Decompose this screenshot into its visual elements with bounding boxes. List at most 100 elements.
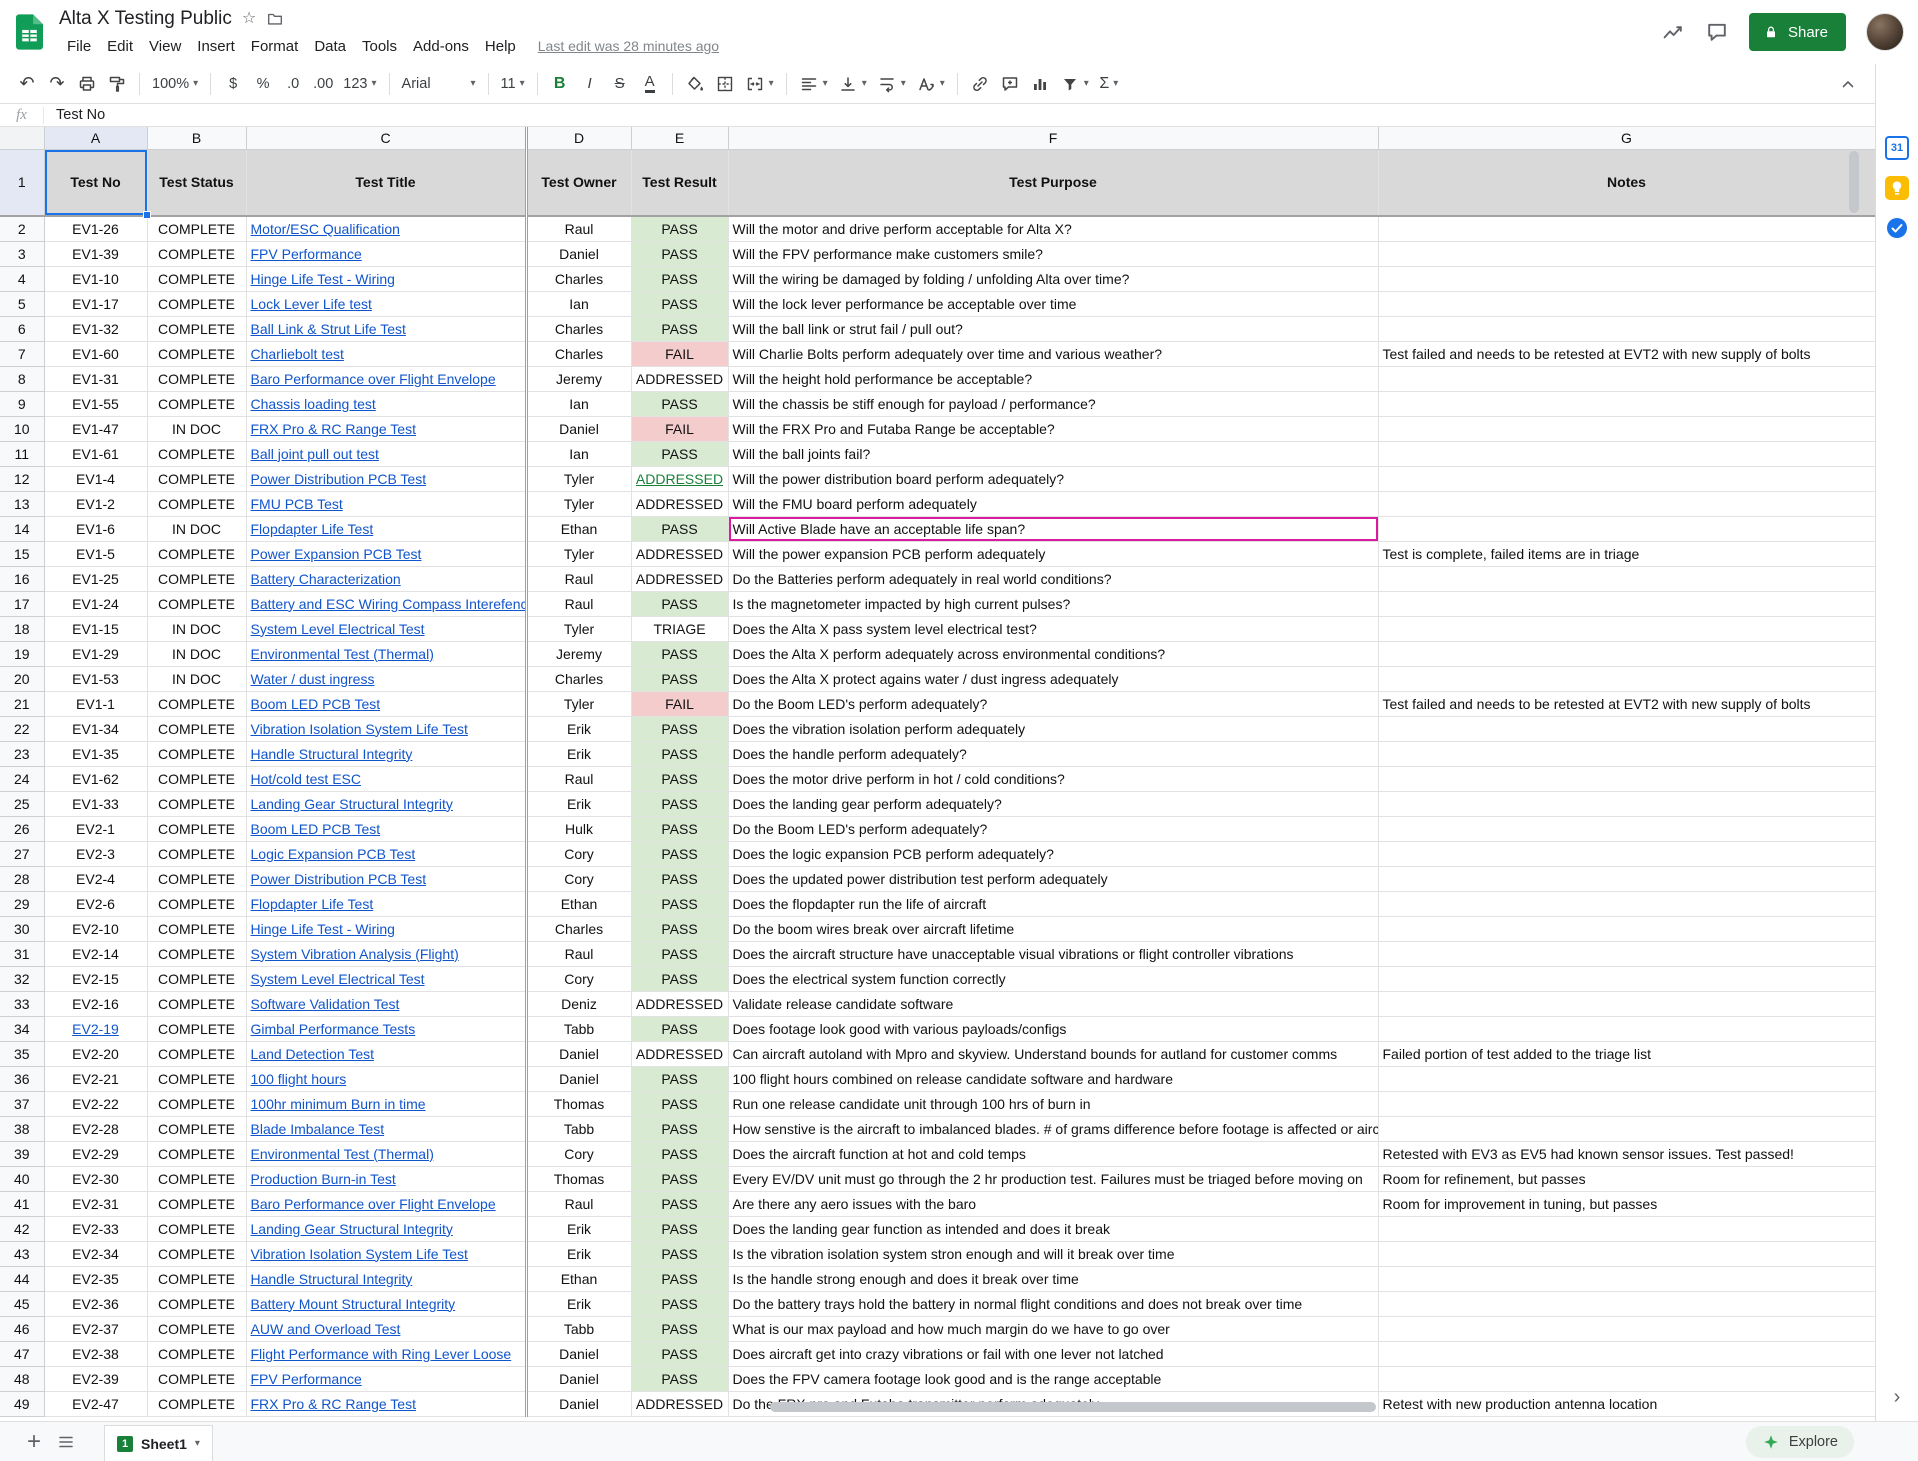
document-title[interactable]: Alta X Testing Public <box>59 8 232 30</box>
cell-D5[interactable]: Ian <box>526 291 631 316</box>
row-header-3[interactable]: 3 <box>0 241 44 266</box>
cell-G38[interactable] <box>1378 1116 1875 1141</box>
collapse-toolbar-button[interactable] <box>1833 69 1863 99</box>
cell-D17[interactable]: Raul <box>526 591 631 616</box>
cell-E15[interactable]: ADDRESSED <box>631 541 728 566</box>
cell-E31[interactable]: PASS <box>631 941 728 966</box>
insert-chart-button[interactable] <box>1025 69 1055 99</box>
row-header-25[interactable]: 25 <box>0 791 44 816</box>
cell-G12[interactable] <box>1378 466 1875 491</box>
cell-A8[interactable]: EV1-31 <box>44 366 147 391</box>
cell-B26[interactable]: COMPLETE <box>147 816 246 841</box>
row-header-5[interactable]: 5 <box>0 291 44 316</box>
cell-A18[interactable]: EV1-15 <box>44 616 147 641</box>
cell-G40[interactable]: Room for refinement, but passes <box>1378 1166 1875 1191</box>
cell-D32[interactable]: Cory <box>526 966 631 991</box>
cell-A26[interactable]: EV2-1 <box>44 816 147 841</box>
row-header-45[interactable]: 45 <box>0 1291 44 1316</box>
test-title-link[interactable]: Handle Structural Integrity <box>251 746 413 762</box>
cell-E13[interactable]: ADDRESSED <box>631 491 728 516</box>
row-header-23[interactable]: 23 <box>0 741 44 766</box>
insights-icon[interactable] <box>1661 20 1685 44</box>
row-header-12[interactable]: 12 <box>0 466 44 491</box>
test-title-link[interactable]: Hinge Life Test - Wiring <box>251 271 395 287</box>
cell-G21[interactable]: Test failed and needs to be retested at … <box>1378 691 1875 716</box>
cell-B28[interactable]: COMPLETE <box>147 866 246 891</box>
print-button[interactable] <box>72 69 102 99</box>
cell-C43[interactable]: Vibration Isolation System Life Test <box>246 1241 526 1266</box>
cell-D12[interactable]: Tyler <box>526 466 631 491</box>
cell-D25[interactable]: Erik <box>526 791 631 816</box>
cell-G42[interactable] <box>1378 1216 1875 1241</box>
cell-A13[interactable]: EV1-2 <box>44 491 147 516</box>
test-title-link[interactable]: Power Distribution PCB Test <box>251 471 427 487</box>
test-title-link[interactable]: Gimbal Performance Tests <box>251 1021 416 1037</box>
column-header-F[interactable]: F <box>728 127 1378 149</box>
merge-cells-button[interactable]: ▾ <box>740 69 779 99</box>
cell-C21[interactable]: Boom LED PCB Test <box>246 691 526 716</box>
cell-F35[interactable]: Can aircraft autoland with Mpro and skyv… <box>728 1041 1378 1066</box>
cell-A14[interactable]: EV1-6 <box>44 516 147 541</box>
cell-F5[interactable]: Will the lock lever performance be accep… <box>728 291 1378 316</box>
test-title-link[interactable]: Water / dust ingress <box>251 671 375 687</box>
cell-D7[interactable]: Charles <box>526 341 631 366</box>
cell-B7[interactable]: COMPLETE <box>147 341 246 366</box>
cell-D10[interactable]: Daniel <box>526 416 631 441</box>
cell-D39[interactable]: Cory <box>526 1141 631 1166</box>
cell-G47[interactable] <box>1378 1341 1875 1366</box>
cell-F16[interactable]: Do the Batteries perform adequately in r… <box>728 566 1378 591</box>
cell-E26[interactable]: PASS <box>631 816 728 841</box>
cell-D33[interactable]: Deniz <box>526 991 631 1016</box>
font-size-select[interactable]: 11 ▾ <box>496 69 530 99</box>
cell-A35[interactable]: EV2-20 <box>44 1041 147 1066</box>
grid-corner[interactable] <box>0 127 44 149</box>
test-title-link[interactable]: Blade Imbalance Test <box>251 1121 385 1137</box>
cell-B12[interactable]: COMPLETE <box>147 466 246 491</box>
cell-B6[interactable]: COMPLETE <box>147 316 246 341</box>
cell-F39[interactable]: Does the aircraft function at hot and co… <box>728 1141 1378 1166</box>
cell-C25[interactable]: Landing Gear Structural Integrity <box>246 791 526 816</box>
cell-A2[interactable]: EV1-26 <box>44 216 147 241</box>
cell-F17[interactable]: Is the magnetometer impacted by high cur… <box>728 591 1378 616</box>
cell-A46[interactable]: EV2-37 <box>44 1316 147 1341</box>
cell-E45[interactable]: PASS <box>631 1291 728 1316</box>
menu-view[interactable]: View <box>141 36 189 57</box>
column-header-C[interactable]: C <box>246 127 526 149</box>
test-title-link[interactable]: Ball Link & Strut Life Test <box>251 321 406 337</box>
row-header-28[interactable]: 28 <box>0 866 44 891</box>
menu-file[interactable]: File <box>59 36 99 57</box>
cell-E29[interactable]: PASS <box>631 891 728 916</box>
test-title-link[interactable]: Flight Performance with Ring Lever Loose <box>251 1346 512 1362</box>
cell-D44[interactable]: Ethan <box>526 1266 631 1291</box>
cell-A11[interactable]: EV1-61 <box>44 441 147 466</box>
cell-E30[interactable]: PASS <box>631 916 728 941</box>
zoom-select[interactable]: 100% ▾ <box>147 69 203 99</box>
cell-A38[interactable]: EV2-28 <box>44 1116 147 1141</box>
cell-E10[interactable]: FAIL <box>631 416 728 441</box>
test-title-link[interactable]: Environmental Test (Thermal) <box>251 1146 434 1162</box>
row-header-8[interactable]: 8 <box>0 366 44 391</box>
cell-B45[interactable]: COMPLETE <box>147 1291 246 1316</box>
cell-G11[interactable] <box>1378 441 1875 466</box>
cell-D36[interactable]: Daniel <box>526 1066 631 1091</box>
cell-G14[interactable] <box>1378 516 1875 541</box>
cell-A33[interactable]: EV2-16 <box>44 991 147 1016</box>
horizontal-scrollbar[interactable] <box>770 1402 1376 1412</box>
test-title-link[interactable]: FRX Pro & RC Range Test <box>251 421 416 437</box>
cell-F45[interactable]: Do the battery trays hold the battery in… <box>728 1291 1378 1316</box>
cell-E49[interactable]: ADDRESSED <box>631 1391 728 1416</box>
cell-B16[interactable]: COMPLETE <box>147 566 246 591</box>
cell-G33[interactable] <box>1378 991 1875 1016</box>
cell-E17[interactable]: PASS <box>631 591 728 616</box>
cell-F48[interactable]: Does the FPV camera footage look good an… <box>728 1366 1378 1391</box>
cell-E32[interactable]: PASS <box>631 966 728 991</box>
more-formats-button[interactable]: 123 ▾ <box>338 69 381 99</box>
fill-handle[interactable] <box>143 211 151 219</box>
cell-A1[interactable]: Test No <box>44 149 147 216</box>
cell-E8[interactable]: ADDRESSED <box>631 366 728 391</box>
test-title-link[interactable]: Hot/cold test ESC <box>251 771 362 787</box>
menu-help[interactable]: Help <box>477 36 524 57</box>
cell-F15[interactable]: Will the power expansion PCB perform ade… <box>728 541 1378 566</box>
cell-F23[interactable]: Does the handle perform adequately? <box>728 741 1378 766</box>
row-header-37[interactable]: 37 <box>0 1091 44 1116</box>
